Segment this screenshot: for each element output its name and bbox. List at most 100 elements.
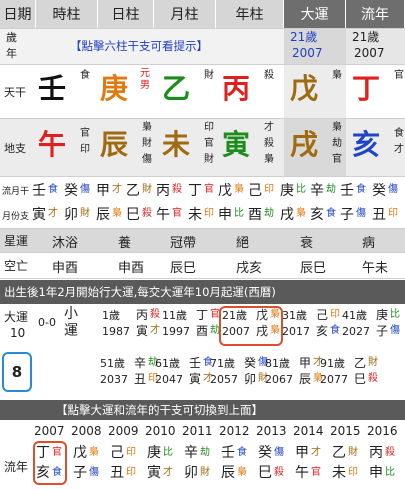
- tiangan-char-0[interactable]: 壬: [38, 74, 66, 104]
- liunian-zhi-god-4: 財: [200, 467, 210, 478]
- liunian-zhi-2[interactable]: 丑: [110, 464, 124, 482]
- liuyue-row2-char-10[interactable]: 子: [340, 204, 354, 224]
- liuyue-row1-char-8[interactable]: 庚: [280, 180, 294, 200]
- tiangan-char-5[interactable]: 丁: [352, 74, 380, 104]
- liuyue-row1-char-3[interactable]: 乙: [126, 180, 140, 200]
- liunian-zhi-god-5: 梟: [237, 467, 247, 478]
- liuyue-row1-char-7[interactable]: 己: [248, 180, 262, 200]
- liuyue-row2-char-3[interactable]: 巳: [126, 204, 140, 224]
- liuyue-row1-char-4[interactable]: 丙: [156, 180, 170, 200]
- liuyue-row1-char-11[interactable]: 癸: [372, 180, 386, 200]
- liuyue-row2-char-2[interactable]: 辰: [96, 204, 110, 224]
- dayun-gan-3[interactable]: 己: [316, 308, 328, 323]
- dayun-zhi-0[interactable]: 寅: [136, 324, 148, 339]
- liunian-year-8[interactable]: 2015: [330, 424, 361, 438]
- liuyue-row1-char-6[interactable]: 戊: [218, 180, 232, 200]
- liunian-year-7[interactable]: 2014: [293, 424, 324, 438]
- dizhi-char-4[interactable]: 戌: [290, 130, 318, 160]
- dayun-zhi-7[interactable]: 卯: [244, 372, 256, 387]
- liunian-year-2[interactable]: 2009: [108, 424, 139, 438]
- liuyue-row2-god-1: 財: [80, 208, 90, 219]
- liunian-gan-7[interactable]: 甲: [295, 444, 309, 462]
- tiangan-char-3[interactable]: 丙: [222, 74, 250, 104]
- liunian-zhi-3[interactable]: 寅: [147, 464, 161, 482]
- liuyue-row1-char-9[interactable]: 辛: [310, 180, 324, 200]
- liunian-gan-6[interactable]: 癸: [258, 444, 272, 462]
- liunian-year-4[interactable]: 2011: [182, 424, 213, 438]
- liunian-year-3[interactable]: 2010: [145, 424, 176, 438]
- liuyue-row1-char-5[interactable]: 丁: [188, 180, 202, 200]
- dizhi-char-0[interactable]: 午: [38, 130, 66, 160]
- tiangan-char-2[interactable]: 乙: [162, 74, 190, 104]
- liunian-gan-9[interactable]: 丙: [369, 444, 383, 462]
- liunian-year-9[interactable]: 2016: [367, 424, 398, 438]
- dayun-gan-7[interactable]: 癸: [244, 356, 256, 371]
- liunian-zhi-6[interactable]: 巳: [258, 464, 272, 482]
- liunian-year-0[interactable]: 2007: [34, 424, 65, 438]
- xiaoyun-button[interactable]: 小 運: [64, 306, 78, 340]
- liunian-gan-4[interactable]: 辛: [184, 444, 198, 462]
- liunian-zhi-7[interactable]: 午: [295, 464, 309, 482]
- liuyue-row2-char-9[interactable]: 亥: [310, 204, 324, 224]
- dayun-gan-1[interactable]: 丁: [196, 308, 208, 323]
- liuyue-row2-char-8[interactable]: 戌: [280, 204, 294, 224]
- liuyue-row1-char-10[interactable]: 壬: [340, 180, 354, 200]
- dayun-zhi-5[interactable]: 丑: [134, 372, 146, 387]
- dayun-gan-5[interactable]: 辛: [134, 356, 146, 371]
- liunian-year-1[interactable]: 2008: [71, 424, 102, 438]
- dayun-gan-6[interactable]: 壬: [189, 356, 201, 371]
- liunian-zhi-8[interactable]: 未: [332, 464, 346, 482]
- liuyue-row2-char-7[interactable]: 酉: [248, 204, 262, 224]
- liuyue-row2-char-5[interactable]: 未: [188, 204, 202, 224]
- dizhi-char-5[interactable]: 亥: [352, 130, 380, 160]
- dizhi-char-2[interactable]: 未: [162, 130, 190, 160]
- liunian-year-6[interactable]: 2013: [256, 424, 287, 438]
- dayun-zhi-2[interactable]: 戌: [256, 324, 268, 339]
- dayun-zhi-8[interactable]: 辰: [299, 372, 311, 387]
- dizhi-hidden-3-2: 梟: [264, 154, 274, 165]
- liunian-gan-8[interactable]: 乙: [332, 444, 346, 462]
- dayun-zhi-god-3: 食: [330, 325, 340, 336]
- liuyue-row1-char-2[interactable]: 甲: [96, 180, 110, 200]
- liuyue-row2-god-10: 傷: [356, 208, 366, 219]
- dayun-gan-0[interactable]: 丙: [136, 308, 148, 323]
- dayun-zhi-6[interactable]: 寅: [189, 372, 201, 387]
- liunian-zhi-god-1: 傷: [89, 467, 99, 478]
- tiangan-char-4[interactable]: 戊: [290, 74, 318, 104]
- liunian-zhi-5[interactable]: 辰: [221, 464, 235, 482]
- liuyue-row1-char-0[interactable]: 壬: [32, 180, 46, 200]
- dizhi-char-1[interactable]: 辰: [100, 130, 128, 160]
- liunian-gan-5[interactable]: 壬: [221, 444, 235, 462]
- dayun-gan-god-4: 比: [390, 309, 400, 320]
- dayun-gan-4[interactable]: 庚: [376, 308, 388, 323]
- liunian-gan-0[interactable]: 丁: [36, 444, 50, 462]
- dayun-zhi-3[interactable]: 亥: [316, 324, 328, 339]
- liunian-year-5[interactable]: 2012: [219, 424, 250, 438]
- dayun-gan-2[interactable]: 戊: [256, 308, 268, 323]
- liuyue-row2-char-11[interactable]: 丑: [372, 204, 386, 224]
- liunian-gan-1[interactable]: 戊: [73, 444, 87, 462]
- pillar-hint[interactable]: 【點擊六柱干支可看提示】: [70, 38, 208, 54]
- dayun-zhi-god-2: 梟: [270, 325, 280, 336]
- liuyue-row2-char-1[interactable]: 卯: [64, 204, 78, 224]
- liuyue-row1-char-1[interactable]: 癸: [64, 180, 78, 200]
- dayun-gan-9[interactable]: 乙: [354, 356, 366, 371]
- liunian-zhi-4[interactable]: 卯: [184, 464, 198, 482]
- liunian-zhi-0[interactable]: 亥: [36, 464, 50, 482]
- dayun-zhi-9[interactable]: 巳: [354, 372, 366, 387]
- dayun-zhi-4[interactable]: 子: [376, 324, 388, 339]
- dayun-zhi-1[interactable]: 酉: [196, 324, 208, 339]
- liunian-gan-2[interactable]: 己: [110, 444, 124, 462]
- dayun-age-3: 31歲: [282, 309, 307, 322]
- liuyue-row2-char-0[interactable]: 寅: [32, 204, 46, 224]
- liunian-zhi-9[interactable]: 申: [369, 464, 383, 482]
- liuyue-row2-char-4[interactable]: 午: [156, 204, 170, 224]
- liunian-gan-3[interactable]: 庚: [147, 444, 161, 462]
- tiangan-char-1[interactable]: 庚: [100, 74, 128, 104]
- liuyue-row2-char-6[interactable]: 申: [218, 204, 232, 224]
- dayun-zhi-god-4: 傷: [390, 325, 400, 336]
- liunian-zhi-1[interactable]: 子: [73, 464, 87, 482]
- dizhi-char-3[interactable]: 寅: [222, 130, 250, 160]
- dayun-selected-index[interactable]: 8: [2, 352, 32, 392]
- dayun-gan-8[interactable]: 甲: [299, 356, 311, 371]
